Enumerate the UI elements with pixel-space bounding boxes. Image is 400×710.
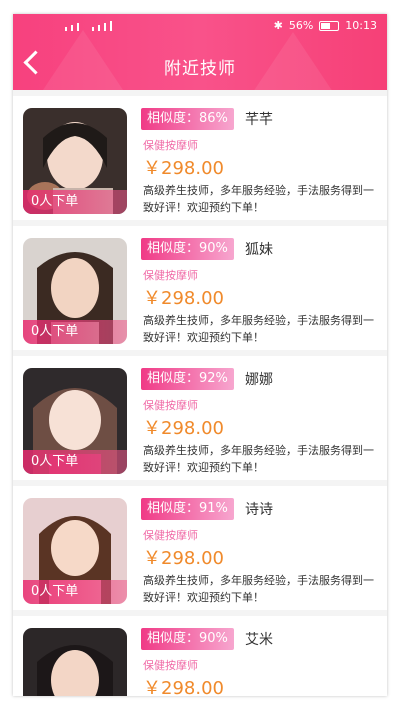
battery-icon: [319, 20, 340, 31]
order-count: 0人下单: [23, 190, 127, 214]
technician-photo[interactable]: 0人下单: [23, 238, 127, 344]
app-header: ✱ 56% 10:13 附近技师: [13, 14, 387, 90]
technician-card[interactable]: 0人下单 相似度：90% 狐妹 保健按摩师 ￥298.00 高级养生技师，多年服…: [13, 226, 387, 350]
technician-card[interactable]: 0人下单 相似度：91% 诗诗 保健按摩师 ￥298.00 高级养生技师，多年服…: [13, 486, 387, 610]
status-bar: ✱ 56% 10:13: [13, 14, 387, 38]
description: 高级养生技师，多年服务经验，手法服务得到一致好评！欢迎预约下单！: [143, 314, 374, 344]
order-count: 0人下单: [23, 450, 127, 474]
technician-role: 保健按摩师: [143, 659, 198, 672]
order-count: 0人下单: [23, 320, 127, 344]
similarity-badge: 相似度：91%: [141, 498, 234, 520]
technician-photo[interactable]: 0人下单: [23, 498, 127, 604]
signal-icons: [65, 21, 113, 31]
price: ￥298.00: [143, 548, 224, 569]
technician-role: 保健按摩师: [143, 139, 198, 152]
description: 高级养生技师，多年服务经验，手法服务得到一致好评！欢迎预约下单！: [143, 444, 374, 474]
order-count: 0人下单: [23, 580, 127, 604]
similarity-badge: 相似度：90%: [141, 628, 234, 650]
technician-photo[interactable]: 0人下单: [23, 368, 127, 474]
price: ￥298.00: [143, 418, 224, 439]
technician-card[interactable]: 0人下单 相似度：92% 娜娜 保健按摩师 ￥298.00 高级养生技师，多年服…: [13, 356, 387, 480]
similarity-badge: 相似度：92%: [141, 368, 234, 390]
technician-name: 诗诗: [245, 502, 273, 518]
price: ￥298.00: [143, 158, 224, 179]
similarity-badge: 相似度：90%: [141, 238, 234, 260]
technician-name: 艾米: [245, 632, 273, 648]
technician-card[interactable]: 0人下单 相似度：86% 芊芊 保健按摩师 ￥298.00 高级养生技师，多年服…: [13, 96, 387, 220]
technician-name: 芊芊: [245, 112, 273, 128]
technician-role: 保健按摩师: [143, 269, 198, 282]
technician-card[interactable]: 相似度：90% 艾米 保健按摩师 ￥298.00: [13, 616, 387, 696]
technician-name: 娜娜: [245, 372, 273, 388]
description: 高级养生技师，多年服务经验，手法服务得到一致好评！欢迎预约下单！: [143, 574, 374, 604]
technician-photo[interactable]: [23, 628, 127, 696]
price: ￥298.00: [143, 288, 224, 309]
page-title: 附近技师: [164, 59, 236, 79]
description: 高级养生技师，多年服务经验，手法服务得到一致好评！欢迎预约下单！: [143, 184, 374, 214]
similarity-badge: 相似度：86%: [141, 108, 234, 130]
phone-screen: ✱ 56% 10:13 附近技师 0人下单 相似度：86% 芊芊 保健按摩师 ￥…: [13, 14, 387, 696]
bluetooth-icon: ✱: [273, 19, 283, 32]
technician-role: 保健按摩师: [143, 399, 198, 412]
technician-role: 保健按摩师: [143, 529, 198, 542]
technician-name: 狐妹: [245, 242, 273, 258]
price: ￥298.00: [143, 678, 224, 696]
battery-percent: 56%: [288, 19, 314, 32]
clock: 10:13: [345, 19, 377, 32]
technician-photo[interactable]: 0人下单: [23, 108, 127, 214]
